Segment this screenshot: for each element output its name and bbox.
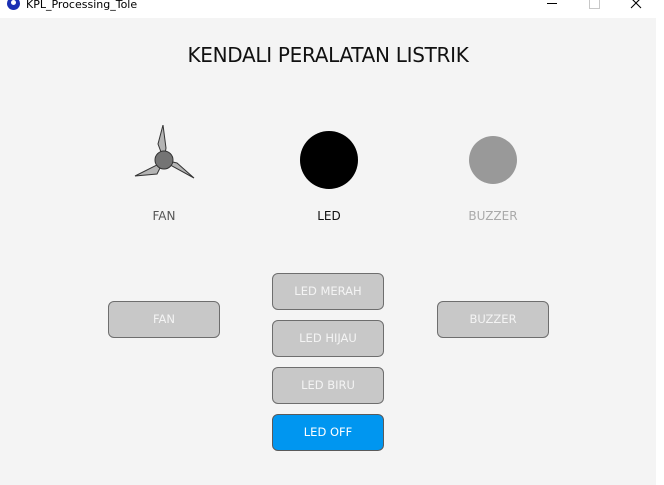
- minimize-button[interactable]: [542, 0, 562, 12]
- led-off-button[interactable]: LED OFF: [272, 414, 384, 451]
- fan-label: FAN: [152, 209, 176, 223]
- maximize-button[interactable]: [584, 0, 604, 12]
- buzzer-indicator: [469, 136, 517, 184]
- led-red-button[interactable]: LED MERAH: [272, 273, 384, 310]
- fan-button[interactable]: FAN: [108, 301, 220, 338]
- led-green-button[interactable]: LED HIJAU: [272, 320, 384, 357]
- buzzer-button[interactable]: BUZZER: [437, 301, 549, 338]
- fan-icon: [134, 125, 195, 179]
- window-title: KPL_Processing_Tole: [26, 0, 138, 11]
- buzzer-label: BUZZER: [468, 209, 518, 223]
- page-title: KENDALI PERALATAN LISTRIK: [187, 43, 469, 67]
- app-icon: [7, 0, 20, 10]
- led-blue-button[interactable]: LED BIRU: [272, 367, 384, 404]
- title-bar: KPL_Processing_Tole: [0, 0, 664, 18]
- led-label: LED: [317, 209, 341, 223]
- close-button[interactable]: [626, 0, 646, 12]
- led-indicator: [300, 131, 358, 189]
- close-icon: [630, 0, 642, 9]
